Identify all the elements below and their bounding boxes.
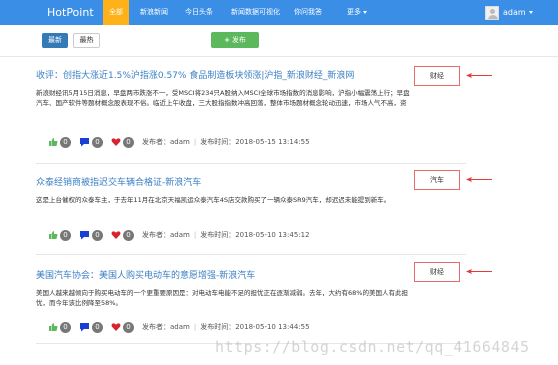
category-tag: 汽车 — [414, 170, 460, 190]
watermark: https://blog.csdn.net/qq_41664845 — [215, 338, 530, 356]
annotation-arrow-icon — [466, 269, 492, 274]
divider — [36, 254, 466, 255]
list-item: 美国汽车协会：美国人购买电动车的意愿增强-新浪汽车 美国人越来越倾向于购买电动车… — [36, 270, 466, 308]
post-title[interactable]: 美国汽车协会：美国人购买电动车的意愿增强-新浪汽车 — [36, 270, 466, 282]
nav-item-sina-news[interactable]: 新浪新闻 — [134, 0, 174, 25]
post-time: 发布时间：2018-05-10 13:45:12 — [200, 231, 310, 239]
heart-icon[interactable] — [111, 137, 121, 147]
nav-item-qa[interactable]: 你问我答 — [288, 0, 328, 25]
like-count: 0 — [60, 321, 71, 333]
post-time: 发布时间：2018-05-15 13:14:55 — [200, 138, 310, 146]
nav-item-more[interactable]: 更多 — [341, 0, 373, 25]
post-summary: 美国人越来越倾向于购买电动车的一个更重要原因是：对电动车电能不足的担忧正在逐渐减… — [36, 289, 408, 307]
separator: | — [193, 138, 197, 146]
list-item: 众泰经销商被指迟交车辆合格证-新浪汽车 这是上台催权的众泰车主，于去年11月在北… — [36, 177, 466, 205]
favorite-count: 0 — [123, 321, 134, 333]
top-navbar: HotPoint 全部 新浪新闻 今日头条 新闻数据可视化 你问我答 更多 ad… — [0, 0, 558, 25]
separator: | — [193, 323, 197, 331]
post-summary: 新浪财经讯5月15日消息，早盘两市跌涨不一，受MSCI将234只A股纳入MSCI… — [36, 89, 410, 107]
like-count: 0 — [60, 136, 71, 148]
nav-item-all[interactable]: 全部 — [103, 0, 129, 25]
chevron-down-icon — [528, 11, 533, 14]
heart-icon[interactable] — [111, 230, 121, 240]
post-author: 发布者：adam — [142, 138, 190, 146]
post-meta: 0 0 0 发布者：adam | 发布时间：2018-05-10 13:45:1… — [48, 228, 310, 242]
chevron-down-icon — [363, 10, 367, 14]
separator: | — [193, 231, 197, 239]
post-title[interactable]: 收评：创指大涨近1.5%沪指涨0.57% 食品制造板块领涨|沪指_新浪财经_新浪… — [36, 70, 466, 82]
annotation-arrow-icon — [466, 177, 492, 182]
comment-count: 0 — [92, 136, 103, 148]
comment-icon[interactable] — [79, 230, 90, 240]
comment-count: 0 — [92, 321, 103, 333]
post-title[interactable]: 众泰经销商被指迟交车辆合格证-新浪汽车 — [36, 177, 466, 189]
nav-item-more-label: 更多 — [347, 8, 361, 16]
thumbs-up-icon[interactable] — [48, 322, 58, 332]
divider — [0, 56, 558, 57]
comment-icon[interactable] — [79, 137, 90, 147]
like-count: 0 — [60, 229, 71, 241]
plus-icon: + — [224, 36, 230, 44]
divider — [36, 163, 466, 164]
post-author: 发布者：adam — [142, 323, 190, 331]
avatar — [485, 5, 499, 20]
list-item: 收评：创指大涨近1.5%沪指涨0.57% 食品制造板块领涨|沪指_新浪财经_新浪… — [36, 70, 466, 108]
post-time: 发布时间：2018-05-10 13:44:55 — [200, 323, 310, 331]
publish-button[interactable]: + 发布 — [211, 32, 259, 48]
post-meta: 0 0 0 发布者：adam | 发布时间：2018-05-15 13:14:5… — [48, 135, 310, 149]
latest-button[interactable]: 最新 — [42, 33, 68, 48]
publish-button-label: 发布 — [231, 36, 246, 44]
user-name: adam — [503, 8, 526, 17]
post-author: 发布者：adam — [142, 231, 190, 239]
nav-item-toutiao[interactable]: 今日头条 — [179, 0, 219, 25]
post-summary: 这是上台催权的众泰车主，于去年11月在北京天福凯运众泰汽车4S店交款购买了一辆众… — [36, 196, 391, 204]
thumbs-up-icon[interactable] — [48, 137, 58, 147]
comment-count: 0 — [92, 229, 103, 241]
brand-logo[interactable]: HotPoint — [47, 6, 94, 19]
favorite-count: 0 — [123, 229, 134, 241]
user-menu[interactable]: adam — [485, 3, 533, 22]
heart-icon[interactable] — [111, 322, 121, 332]
post-meta: 0 0 0 发布者：adam | 发布时间：2018-05-10 13:44:5… — [48, 320, 310, 334]
category-tag: 财经 — [414, 262, 460, 282]
thumbs-up-icon[interactable] — [48, 230, 58, 240]
favorite-count: 0 — [123, 136, 134, 148]
nav-item-data-visualization[interactable]: 新闻数据可视化 — [225, 0, 286, 25]
hottest-button[interactable]: 最热 — [73, 33, 100, 48]
category-tag: 财经 — [414, 66, 460, 86]
comment-icon[interactable] — [79, 322, 90, 332]
annotation-arrow-icon — [466, 73, 492, 78]
